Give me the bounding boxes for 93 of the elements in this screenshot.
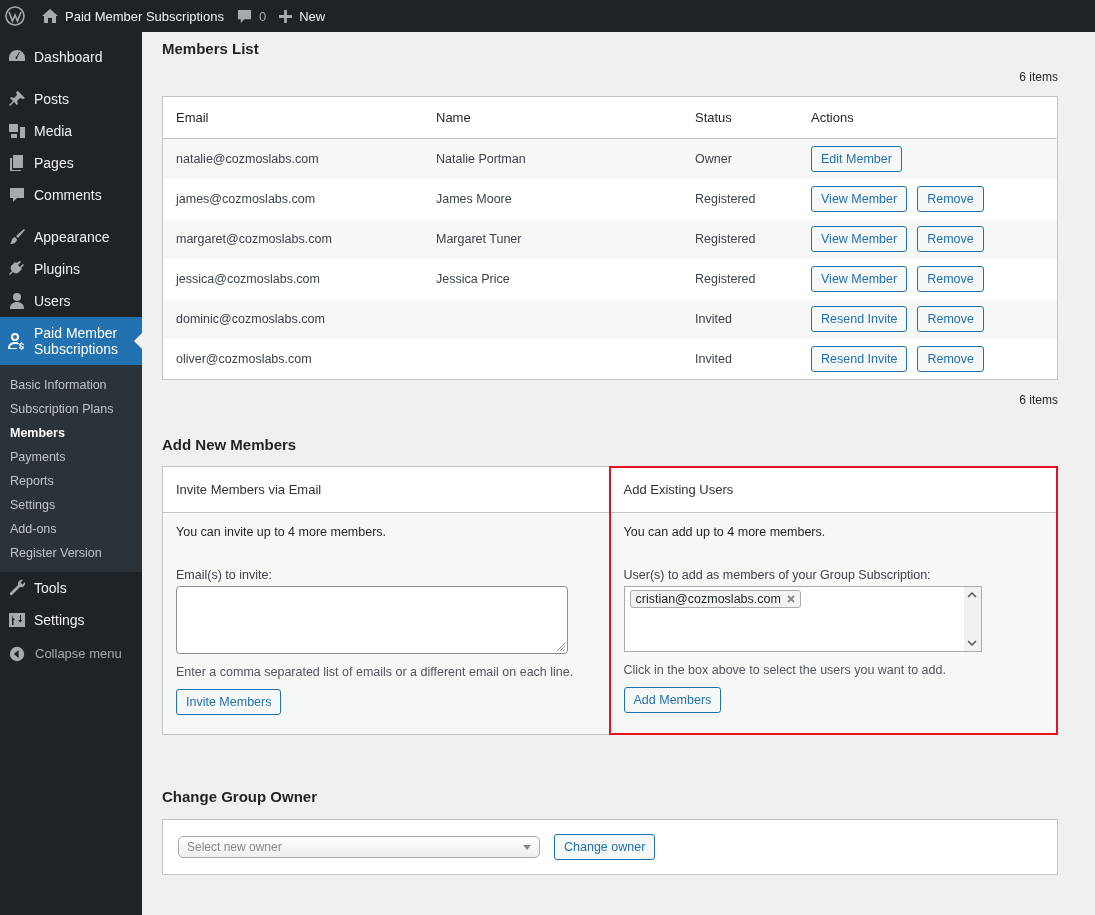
action-button[interactable]: Remove [917,186,984,212]
users-select-field[interactable]: cristian@cozmoslabs.com [623,586,982,652]
email-cell: james@cozmoslabs.com [162,179,423,219]
action-button[interactable]: Resend Invite [811,306,908,332]
panel-title: Add Existing Users [610,467,1057,513]
action-button[interactable]: Remove [917,346,984,372]
menu-item[interactable]: Pages [0,147,142,179]
submenu-item[interactable]: Register Version [0,541,142,565]
column-header: Status [682,96,798,139]
media-icon [7,121,27,141]
submenu-item[interactable]: Settings [0,493,142,517]
help-text: Enter a comma separated list of emails or a different email on each line. [176,665,575,679]
name-cell: Jessica Price [423,259,682,299]
status-cell: Registered [682,219,798,259]
item-count: 6 items [1018,70,1058,84]
remove-icon[interactable] [786,595,795,603]
submit-button[interactable]: Invite Members [176,689,282,715]
menu-item[interactable]: Dashboard [0,41,142,73]
email-cell: jessica@cozmoslabs.com [162,259,423,299]
user-dollar-icon [7,331,27,351]
user-tag: cristian@cozmoslabs.com [629,590,801,608]
pin-icon [7,89,27,109]
section-title: Members List [162,40,260,57]
action-button[interactable]: Remove [917,306,984,332]
status-cell: Invited [682,339,798,380]
section-title: Change Group Owner [162,788,318,805]
submenu-item[interactable]: Reports [0,469,142,493]
status-cell: Registered [682,259,798,299]
submenu-item[interactable]: Basic Information [0,373,142,397]
limit-note: You can add up to 4 more members. [623,525,827,539]
menu-item[interactable]: Posts [0,83,142,115]
field-label: User(s) to add as members of your Group Subscription: [623,568,932,582]
name-cell: Natalie Portman [423,138,682,179]
menu-item[interactable]: Comments [0,179,142,211]
current-pointer-icon [134,333,142,349]
action-button[interactable]: Edit Member [811,146,902,172]
scrollbar[interactable] [963,587,981,651]
field-label: Email(s) to invite: [176,568,273,582]
column-header: Email [162,96,423,139]
submenu-item[interactable]: Subscription Plans [0,397,142,421]
home-icon [42,9,58,23]
email-cell: oliver@cozmoslabs.com [162,339,423,380]
status-cell: Invited [682,299,798,339]
resize-handle-icon[interactable] [555,641,565,651]
status-cell: Registered [682,179,798,219]
action-button[interactable]: View Member [811,266,908,292]
brush-icon [7,227,27,247]
scroll-up-icon[interactable] [967,592,977,598]
action-button[interactable]: Resend Invite [811,346,908,372]
collapse-menu-button[interactable]: Collapse menu [0,638,142,669]
section-title: Add New Members [162,436,298,453]
action-button[interactable]: Remove [917,266,984,292]
item-count: 6 items [1018,393,1058,407]
submenu-item[interactable]: Add-ons [0,517,142,541]
comment-icon [7,185,27,205]
collapse-icon [9,645,25,662]
email-cell: dominic@cozmoslabs.com [162,299,423,339]
wrench-icon [7,578,27,598]
scroll-down-icon[interactable] [967,640,977,646]
limit-note: You can invite up to 4 more members. [176,525,388,539]
wordpress-logo-icon[interactable] [5,6,25,26]
status-cell: Owner [682,138,798,179]
dropdown-caret-icon [523,844,531,850]
name-cell: James Moore [423,179,682,219]
email-cell: natalie@cozmoslabs.com [162,138,423,179]
plus-icon [279,9,293,23]
menu-item[interactable]: Media [0,115,142,147]
menu-item[interactable]: Tools [0,572,142,604]
action-button[interactable]: Remove [917,226,984,252]
user-icon [7,291,27,311]
change-owner-button[interactable]: Change owner [554,834,656,860]
help-text: Click in the box above to select the users you want to add. [623,663,947,677]
name-cell: Margaret Tuner [423,219,682,259]
sliders-icon [7,610,27,630]
submit-button[interactable]: Add Members [623,687,722,713]
submenu-item[interactable]: Payments [0,445,142,469]
menu-item[interactable]: Users [0,285,142,317]
action-button[interactable]: View Member [811,226,908,252]
email-cell: margaret@cozmoslabs.com [162,219,423,259]
comments-link[interactable]: 0 [236,8,267,24]
menu-item[interactable]: Appearance [0,221,142,253]
comment-icon [236,8,252,24]
submenu-item[interactable]: Members [0,421,142,445]
menu-item[interactable]: Settings [0,604,142,636]
menu-item[interactable]: Paid Member Subscriptions [0,317,142,365]
column-header: Actions [798,96,1058,139]
panel-title: Invite Members via Email [163,467,610,513]
action-button[interactable]: View Member [811,186,908,212]
column-header: Name [423,96,682,139]
new-link[interactable]: New [279,8,326,24]
emails-textarea[interactable] [176,586,568,654]
menu-item[interactable]: Plugins [0,253,142,285]
site-link[interactable]: Paid Member Subscriptions [42,8,224,24]
